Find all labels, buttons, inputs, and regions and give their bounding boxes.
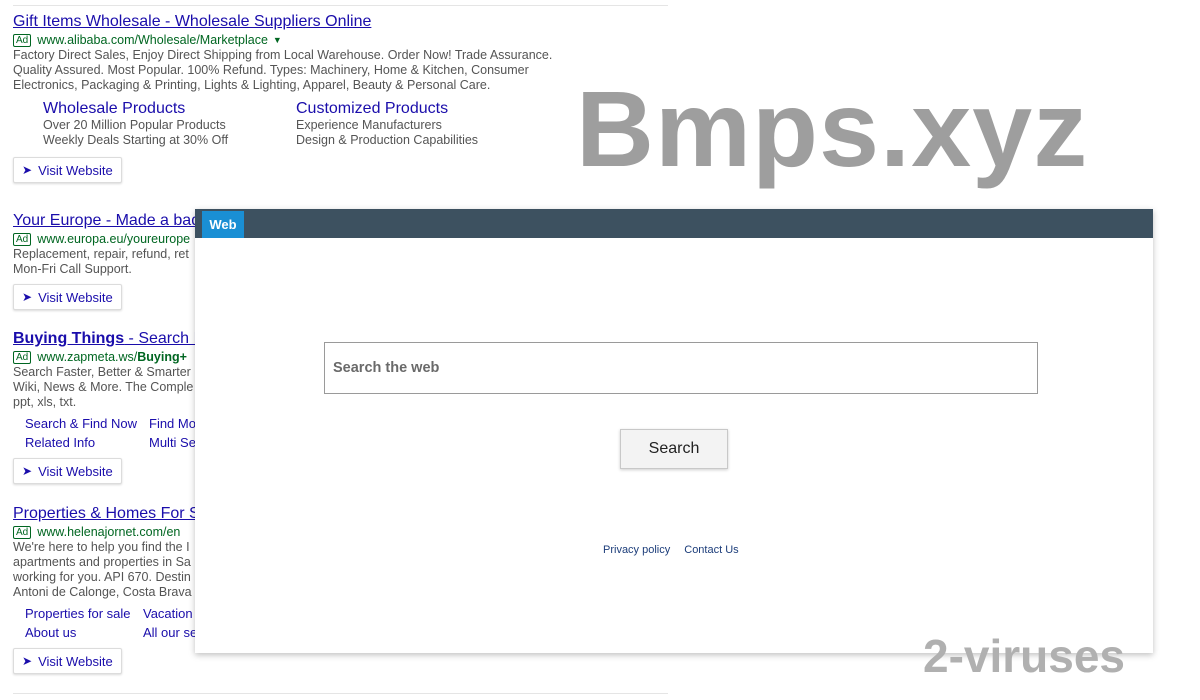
minilink[interactable]: Related Info (25, 435, 149, 450)
search-input[interactable] (333, 360, 1037, 376)
ad-display-url: www.zapmeta.ws/ (37, 350, 138, 364)
visit-website-button[interactable]: ➤ Visit Website (13, 284, 122, 310)
privacy-policy-link[interactable]: Privacy policy (603, 544, 670, 556)
visit-website-button[interactable]: ➤ Visit Website (13, 648, 122, 674)
ad-badge: Ad (13, 33, 32, 47)
minilink[interactable]: About us (25, 625, 143, 640)
divider (13, 693, 668, 694)
arrow-right-icon: ➤ (22, 464, 33, 478)
ad-title-bold: Buying Things (13, 330, 125, 347)
minilink[interactable]: Search & Find Now (25, 416, 149, 431)
sitelink-desc: Over 20 Million Popular Products (43, 118, 226, 132)
sitelink-desc: Experience Manufacturers (296, 118, 442, 132)
visit-website-label: Visit Website (38, 162, 113, 178)
ad-result: Gift Items Wholesale - Wholesale Supplie… (13, 12, 663, 183)
ad-title-link[interactable]: Gift Items Wholesale - Wholesale Supplie… (13, 12, 663, 32)
ad-badge: Ad (13, 350, 32, 364)
ad-title-rest: - Search I (124, 330, 198, 347)
search-page-window: Web Search Privacy policy Contact Us (195, 209, 1153, 653)
ad-display-url: www.europa.eu/youreurope (37, 232, 191, 246)
sitelink-title[interactable]: Wholesale Products (43, 99, 296, 118)
arrow-right-icon: ➤ (22, 654, 33, 668)
sitelink: Customized Products Experience Manufactu… (296, 99, 549, 148)
sitelink-title[interactable]: Customized Products (296, 99, 549, 118)
ad-sitelinks: Wholesale Products Over 20 Million Popul… (13, 99, 663, 148)
search-button[interactable]: Search (620, 429, 728, 469)
sitelink-desc: Weekly Deals Starting at 30% Off (43, 133, 229, 147)
ad-badge: Ad (13, 525, 32, 539)
tab-web[interactable]: Web (202, 211, 244, 238)
minilink[interactable]: Properties for sale (25, 606, 143, 621)
ad-display-url: www.alibaba.com/Wholesale/Marketplace (37, 33, 268, 47)
ad-display-url: www.helenajornet.com/en (37, 525, 181, 539)
visit-website-label: Visit Website (38, 463, 113, 479)
arrow-right-icon: ➤ (22, 163, 33, 177)
ad-badge: Ad (13, 232, 32, 246)
visit-website-button[interactable]: ➤ Visit Website (13, 458, 122, 484)
search-box[interactable] (324, 342, 1038, 394)
sitelink-desc: Design & Production Capabilities (296, 133, 479, 147)
watermark-corner: 2-viruses (923, 630, 1126, 682)
divider (13, 5, 668, 6)
ad-url-line: Ad www.alibaba.com/Wholesale/Marketplace… (13, 32, 663, 48)
contact-us-link[interactable]: Contact Us (684, 544, 738, 556)
visit-website-label: Visit Website (38, 653, 113, 669)
sitelink: Wholesale Products Over 20 Million Popul… (43, 99, 296, 148)
footer-links: Privacy policy Contact Us (603, 544, 739, 556)
visit-website-label: Visit Website (38, 289, 113, 305)
visit-website-button[interactable]: ➤ Visit Website (13, 157, 122, 183)
watermark-title: Bmps.xyz (576, 68, 1089, 189)
ad-description: Factory Direct Sales, Enjoy Direct Shipp… (13, 48, 553, 92)
ad-display-url-bold: Buying+ (137, 350, 187, 364)
top-nav-bar: Web (195, 209, 1153, 238)
arrow-right-icon: ➤ (22, 290, 33, 304)
dropdown-arrow-icon[interactable]: ▼ (273, 32, 282, 48)
